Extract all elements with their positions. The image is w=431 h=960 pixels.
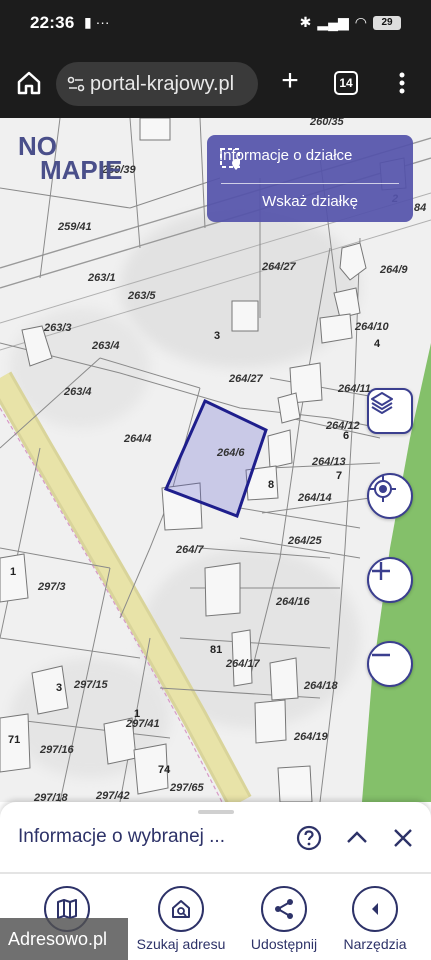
nav-search-address-button[interactable]: Szukaj adresu [136,886,226,952]
site-settings-icon[interactable] [66,74,86,94]
parcel-label: 259/41 [58,221,92,233]
parcel-label: 264/4 [124,433,152,445]
browser-toolbar: portal-krajowy.pl + 14 [0,50,431,118]
parcel-label: 264/16 [276,596,310,608]
house-number: 4 [374,338,381,350]
browser-menu-button[interactable] [392,68,412,98]
parcel-label: 263/4 [64,386,92,398]
expand-sheet-button[interactable] [343,824,371,852]
house-number: 6 [343,430,350,442]
show-parcel-button[interactable]: Wskaż działkę [207,193,413,210]
parcel-label: 297/41 [126,718,160,730]
status-time: 22:36 [30,13,75,32]
house-number: 1 [10,566,17,578]
layers-icon [371,392,393,414]
nav-share-circle [261,886,307,932]
parcel-label: 263/3 [44,322,72,334]
house-number: 1 [134,708,141,720]
help-icon [296,825,322,851]
battery-icon: 29 [373,15,401,30]
nav-search-circle [158,886,204,932]
plus-icon [372,562,390,580]
parcel-label: 297/65 [170,782,204,794]
parcel-label: 264/18 [304,680,338,692]
nav-share-label: Udostępnij [250,936,318,952]
new-tab-button[interactable]: + [276,66,304,96]
url-text: portal-krajowy.pl [90,72,235,95]
parcel-label: 264/25 [288,535,322,547]
parcel-info-panel: Informacje o działce Wskaż działkę [207,135,413,222]
gps-crosshair-icon [370,476,396,502]
bluetooth-icon: ✱ [299,14,312,30]
parcel-label: 297/16 [40,744,74,756]
parcel-label: 264/27 [262,261,296,273]
house-number: 3 [214,330,221,342]
signal-icon: ▂▄▆ [317,14,349,30]
parcel-label: 264/27 [229,373,263,385]
parcel-label: 84 [414,202,427,214]
status-right-icons: ✱ ▂▄▆ ◠ 29 [300,14,401,31]
close-icon [394,829,412,847]
map-view[interactable]: 260/35 259/39 259/41 264/27 264/9 263/1 … [0,118,431,802]
parcel-label: 263/1 [88,272,116,284]
parcel-label-selected: 264/6 [217,447,245,459]
info-divider [221,183,399,184]
nav-tools-button[interactable]: Narzędzia [330,886,420,952]
parcel-label: 260/35 [310,118,344,128]
sheet-divider [0,872,431,874]
nav-tools-label: Narzędzia [343,936,407,952]
home-icon [17,71,41,95]
locate-me-button[interactable] [367,473,413,519]
parcel-label: 297/18 [34,792,68,802]
nav-share-button[interactable]: Udostępnij [239,886,329,952]
help-button[interactable] [295,824,323,852]
parcel-label: 264/13 [312,456,346,468]
parcel-select-icon [220,148,240,170]
status-bar: 22:36 ▮ ··· ✱ ▂▄▆ ◠ 29 [0,0,431,50]
chevron-left-icon [372,903,378,915]
parcel-label: 264/14 [298,492,332,504]
parcel-label: 264/11 [338,383,371,395]
close-sheet-button[interactable] [389,824,417,852]
chevron-up-icon [347,831,367,843]
wifi-icon: ◠ [354,14,367,30]
parcel-info-button[interactable]: Informacje o działce [219,147,352,170]
house-number: 74 [158,764,171,776]
nav-search-label: Szukaj adresu [136,936,226,952]
parcel-label: 297/3 [38,581,66,593]
more-vert-icon [399,72,405,94]
parcel-label: 264/9 [380,264,408,276]
notification-icons: ▮ ··· [84,14,110,30]
parcel-label: 264/10 [355,321,389,333]
parcel-label: 297/15 [74,679,108,691]
zoom-out-button[interactable] [367,641,413,687]
plus-icon: + [281,64,299,97]
house-number: 8 [268,479,275,491]
share-icon [275,899,293,919]
layers-button[interactable] [367,388,413,434]
sheet-title: Informacje o wybranej ... [18,826,225,847]
parcel-label: 263/4 [92,340,120,352]
nav-tools-circle [352,886,398,932]
house-number: 81 [210,644,223,656]
parcel-label: 263/5 [128,290,156,302]
house-number: 71 [8,734,21,746]
home-search-icon [172,900,190,918]
zoom-in-button[interactable] [367,557,413,603]
parcel-label: 297/42 [96,790,130,802]
parcel-label: 264/7 [176,544,204,556]
address-bar[interactable]: portal-krajowy.pl [56,62,258,106]
no-mapie-logo: NO MAPIE [18,131,123,185]
watermark: Adresowo.pl [0,918,128,960]
minus-icon [372,653,390,657]
parcel-label: 264/17 [226,658,260,670]
tab-switcher-button[interactable]: 14 [334,71,358,95]
house-number: 3 [56,682,63,694]
house-number: 7 [336,470,343,482]
parcel-label: 264/19 [294,731,328,743]
home-button[interactable] [14,68,44,98]
sheet-drag-handle[interactable] [198,810,234,814]
